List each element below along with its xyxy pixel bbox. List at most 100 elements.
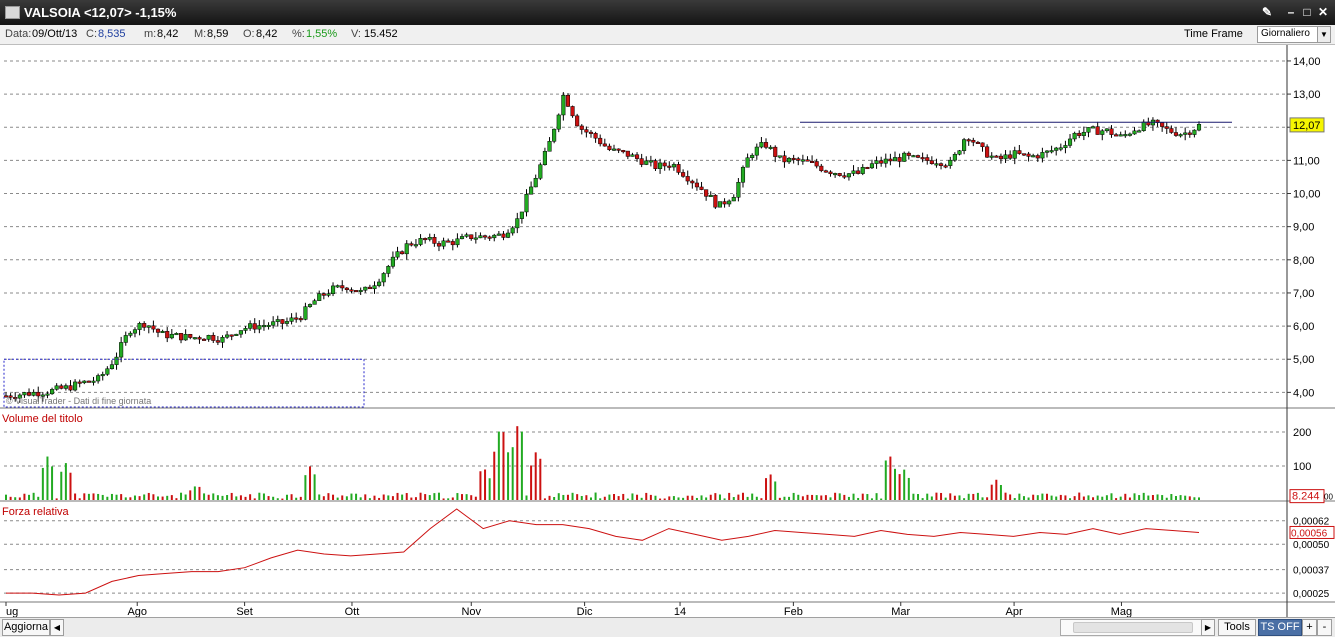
candle-body	[151, 325, 156, 330]
ts-off-button[interactable]: TS OFF	[1258, 619, 1302, 636]
volume-bar	[272, 496, 275, 500]
price-chart-svg[interactable]: 14,0013,0012,0011,0010,009,008,007,006,0…	[0, 45, 1335, 617]
candle-body	[409, 243, 414, 246]
volume-bar	[866, 494, 869, 500]
volume-bar	[161, 496, 164, 500]
candle-body	[215, 340, 220, 343]
volume-bar	[516, 426, 519, 500]
x-tick-label: 14	[674, 606, 686, 617]
candle-body	[800, 159, 805, 162]
x-tick-label: Feb	[784, 606, 803, 617]
candle-body	[395, 251, 400, 258]
candle-body	[888, 158, 893, 162]
candle-body	[77, 381, 82, 384]
zoom-in-button[interactable]: +	[1302, 619, 1317, 636]
candle-body	[685, 176, 690, 182]
candle-body	[740, 166, 746, 183]
volume-bar	[1151, 495, 1154, 500]
candle-body	[59, 385, 64, 389]
close-button[interactable]: ✕	[1315, 4, 1331, 20]
candle-body	[1072, 132, 1077, 140]
candle-body	[874, 160, 879, 164]
scroll-left-icon[interactable]: ◀	[50, 619, 64, 636]
volume-bar	[580, 496, 583, 500]
chevron-down-icon[interactable]: ▼	[1317, 27, 1330, 42]
rs-tick-label: 0,00025	[1293, 589, 1330, 600]
candle-body	[109, 364, 114, 370]
aggiorna-button[interactable]: Aggiorna	[2, 619, 50, 636]
candle-body	[492, 234, 497, 239]
volume-bar	[1022, 496, 1025, 500]
candle-body	[575, 115, 580, 127]
candle-body	[957, 150, 962, 155]
candle-body	[911, 155, 916, 158]
candle-body	[570, 106, 575, 117]
candle-body	[482, 235, 488, 238]
volume-bar	[309, 466, 312, 500]
candle-body	[833, 173, 838, 176]
candle-body	[925, 157, 930, 161]
volume-bar	[714, 493, 717, 500]
minimize-button[interactable]: –	[1283, 4, 1299, 20]
candle-body	[446, 240, 451, 243]
candle-body	[63, 385, 68, 389]
volume-bar	[1156, 494, 1159, 500]
volume-bar	[571, 492, 574, 500]
candle-body	[501, 233, 506, 238]
candle-body	[132, 329, 138, 334]
maximize-button[interactable]: □	[1299, 4, 1315, 20]
candle-body	[1109, 128, 1114, 135]
volume-bar	[636, 494, 639, 500]
candle-body	[607, 145, 612, 150]
volume-bar	[55, 498, 58, 500]
candle-body	[1141, 121, 1146, 131]
candle-body	[731, 196, 736, 202]
candle-body	[556, 114, 561, 130]
candle-body	[842, 175, 847, 178]
candle-body	[533, 178, 538, 188]
volume-bar	[963, 498, 966, 500]
scroll-right-icon[interactable]: ▶	[1201, 619, 1215, 636]
time-frame-select[interactable]: Giornaliero ▼	[1257, 26, 1331, 43]
candle-body	[234, 333, 239, 336]
volume-bar	[23, 493, 26, 500]
candle-body	[1164, 126, 1169, 129]
candle-body	[427, 237, 432, 240]
candle-body	[1091, 126, 1096, 129]
candle-body	[1086, 127, 1091, 133]
volume-bar	[1087, 495, 1090, 500]
volume-bar	[1096, 495, 1099, 500]
candle-body	[676, 164, 681, 173]
candle-body	[312, 300, 317, 305]
volume-bar	[345, 496, 348, 500]
volume-bar	[852, 493, 855, 500]
volume-bar	[428, 495, 431, 500]
volume-bar	[285, 494, 288, 500]
volume-bar	[682, 497, 685, 500]
candle-body	[464, 234, 469, 237]
wrench-icon[interactable]: ✎	[1259, 4, 1275, 20]
horizontal-scrollbar[interactable]	[1060, 619, 1214, 636]
candle-body	[31, 391, 36, 396]
volume-bar	[728, 492, 731, 500]
zoom-out-button[interactable]: -	[1317, 619, 1332, 636]
candle-body	[584, 129, 589, 133]
tools-button[interactable]: Tools	[1218, 619, 1256, 636]
volume-panel-title: Volume del titolo	[2, 413, 83, 425]
scrollbar-thumb[interactable]	[1073, 622, 1193, 633]
volume-bar	[28, 494, 31, 500]
candle-body	[169, 333, 174, 339]
volume-bar	[14, 497, 17, 500]
price-tick-label: 8,00	[1293, 255, 1314, 267]
candle-body	[745, 157, 750, 168]
chart-area[interactable]: 14,0013,0012,0011,0010,009,008,007,006,0…	[0, 45, 1335, 617]
volume-bar	[880, 498, 883, 500]
volume-bar	[157, 496, 160, 500]
volume-bar	[18, 497, 21, 500]
candle-body	[985, 146, 990, 158]
volume-bar	[838, 493, 841, 500]
volume-bar	[1045, 493, 1048, 500]
x-tick-label: Mag	[1111, 606, 1132, 617]
volume-bar	[981, 497, 984, 500]
candle-body	[1031, 155, 1036, 158]
